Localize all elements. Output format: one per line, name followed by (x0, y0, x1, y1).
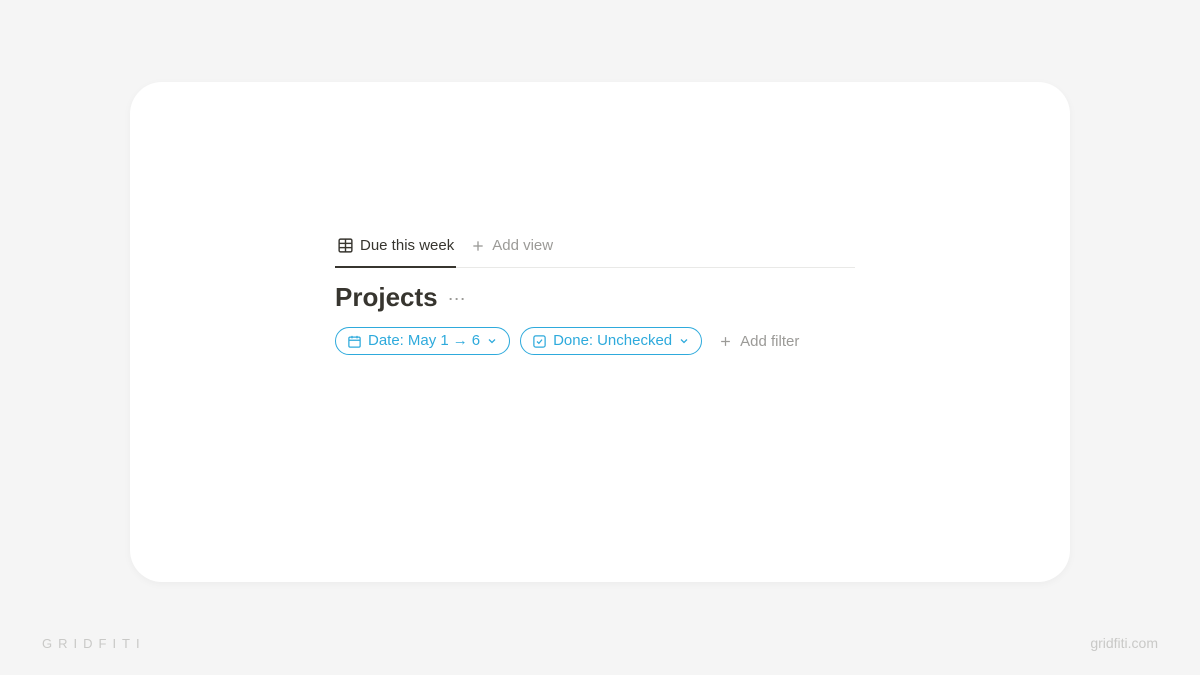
more-options-button[interactable]: ⋯ (448, 285, 467, 310)
arrow-right-icon: → (453, 332, 468, 350)
calendar-icon (347, 334, 362, 349)
filter-done[interactable]: Done: Unchecked (520, 327, 702, 355)
filters-row: Date: May 1 → 6 (335, 327, 855, 355)
plus-icon (718, 334, 733, 349)
add-filter-label: Add filter (740, 333, 799, 350)
filter-date-text: Date: May 1 → 6 (368, 332, 480, 350)
checkbox-icon (532, 334, 547, 349)
app-card: Due this week Add view Projects ⋯ (130, 82, 1070, 582)
database-view: Due this week Add view Projects ⋯ (335, 232, 855, 355)
watermark-brand: GRIDFITI (42, 636, 146, 651)
add-filter-button[interactable]: Add filter (718, 333, 799, 350)
database-title[interactable]: Projects (335, 282, 438, 313)
table-icon (337, 237, 354, 254)
chevron-down-icon (486, 335, 498, 347)
add-view-label: Add view (492, 237, 553, 254)
chevron-down-icon (678, 335, 690, 347)
watermark-url: gridfiti.com (1090, 635, 1158, 651)
database-title-row: Projects ⋯ (335, 282, 855, 313)
add-view-button[interactable]: Add view (470, 232, 553, 268)
tab-due-this-week[interactable]: Due this week (335, 232, 456, 268)
plus-icon (470, 238, 486, 254)
view-tabs: Due this week Add view (335, 232, 855, 268)
filter-done-text: Done: Unchecked (553, 332, 672, 350)
tab-label: Due this week (360, 237, 454, 254)
filter-date[interactable]: Date: May 1 → 6 (335, 327, 510, 355)
